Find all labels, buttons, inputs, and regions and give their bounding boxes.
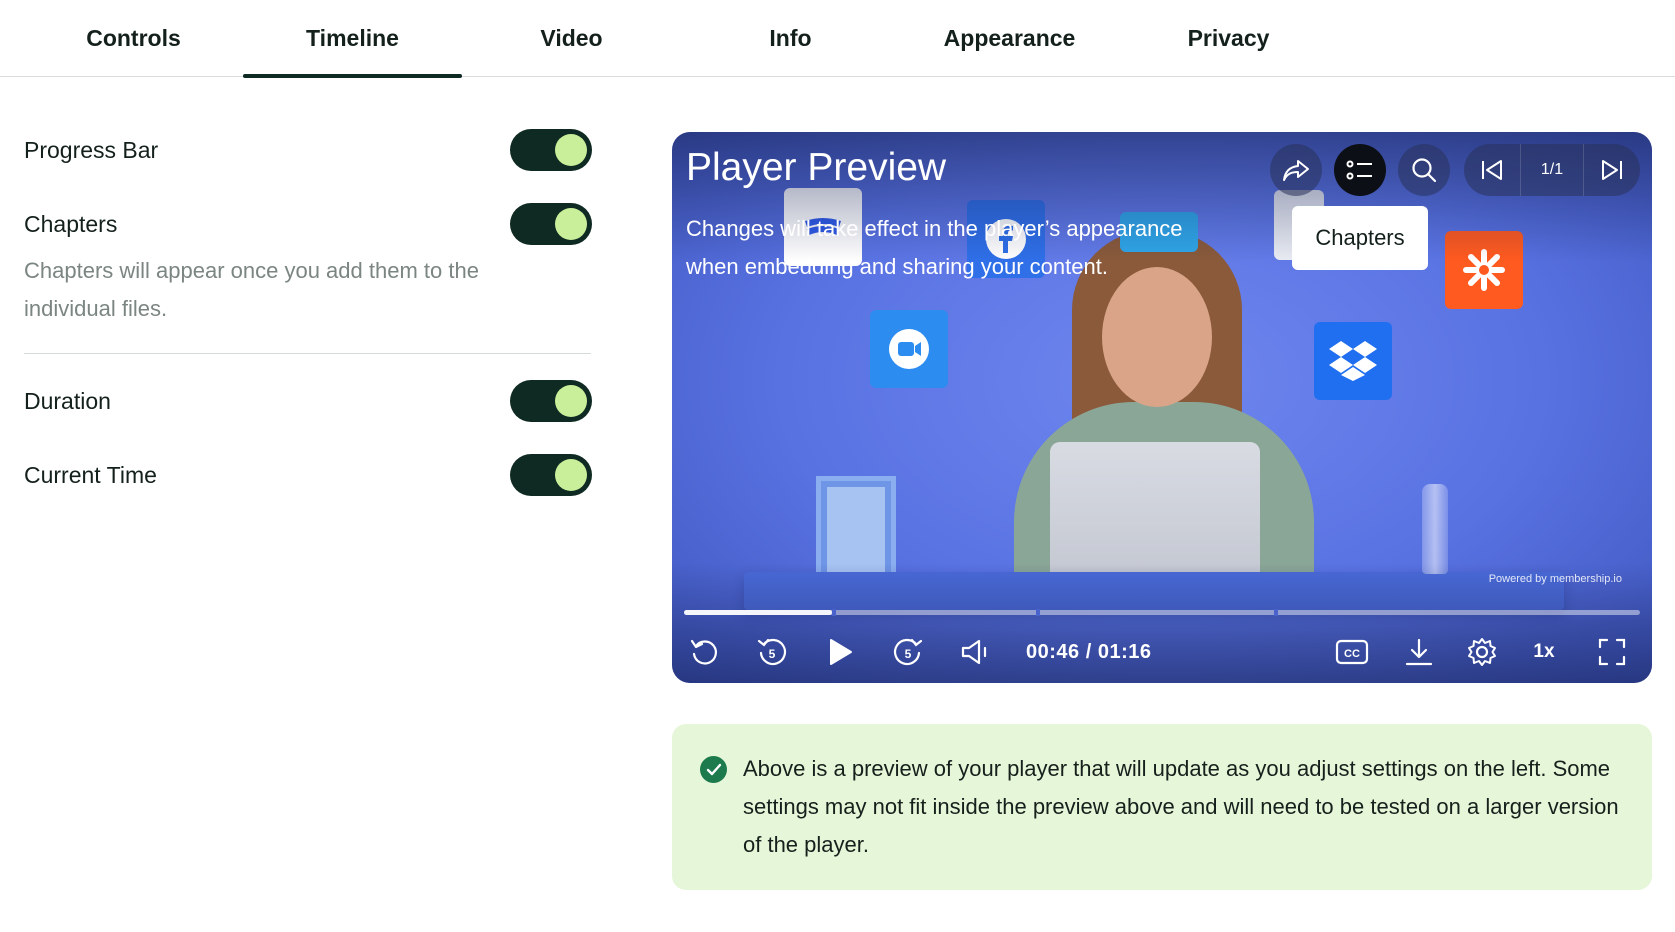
chapters-list-icon xyxy=(1346,160,1372,180)
share-button[interactable] xyxy=(1270,144,1322,196)
share-icon xyxy=(1283,160,1309,181)
toggle-knob xyxy=(555,134,587,166)
forward-seconds-label: 5 xyxy=(905,647,912,661)
download-icon xyxy=(1405,638,1433,666)
next-chapter-button[interactable] xyxy=(1584,144,1640,196)
setting-label: Progress Bar xyxy=(24,137,159,163)
previous-chapter-button[interactable] xyxy=(1464,144,1520,196)
chapter-navigation: 1/1 xyxy=(1464,144,1640,196)
settings-tabs: Controls Timeline Video Info Appearance … xyxy=(0,0,1675,78)
progress-played xyxy=(684,610,833,615)
chapter-counter: 1/1 xyxy=(1520,144,1584,196)
svg-text:CC: CC xyxy=(1344,648,1360,660)
chapters-helper-text: Chapters will appear once you add them t… xyxy=(24,258,479,321)
forward-5-button[interactable]: 5 xyxy=(888,632,928,672)
dropbox-icon xyxy=(1314,322,1392,400)
skip-previous-icon xyxy=(1482,160,1502,180)
time-display: 00:46 / 01:16 xyxy=(1026,640,1152,663)
notice-text: Above is a preview of your player that w… xyxy=(743,756,1619,857)
captions-button[interactable]: CC xyxy=(1332,632,1372,672)
presenter-face xyxy=(1102,267,1212,407)
check-circle-icon xyxy=(700,756,727,783)
search-icon xyxy=(1412,158,1437,183)
tab-timeline[interactable]: Timeline xyxy=(243,0,462,78)
play-button[interactable] xyxy=(820,632,860,672)
setting-label: Current Time xyxy=(24,462,157,488)
duration-toggle[interactable] xyxy=(510,380,592,422)
toggle-knob xyxy=(555,385,587,417)
download-button[interactable] xyxy=(1399,632,1439,672)
tab-video[interactable]: Video xyxy=(462,0,681,77)
tab-appearance[interactable]: Appearance xyxy=(900,0,1119,77)
tab-privacy[interactable]: Privacy xyxy=(1119,0,1338,77)
zoom-icon xyxy=(870,310,948,388)
play-icon xyxy=(830,639,852,665)
volume-icon xyxy=(961,639,987,665)
closed-captions-icon: CC xyxy=(1335,639,1369,665)
skip-next-icon xyxy=(1602,160,1622,180)
toggle-knob xyxy=(555,208,587,240)
chapters-toggle[interactable] xyxy=(510,203,592,245)
preview-notice: Above is a preview of your player that w… xyxy=(672,724,1652,890)
rewind-5-button[interactable]: 5 xyxy=(752,632,792,672)
forward-5-icon: 5 xyxy=(893,638,923,666)
toggle-knob xyxy=(555,459,587,491)
section-divider xyxy=(24,353,591,354)
chapters-button[interactable] xyxy=(1334,144,1386,196)
chapter-marker xyxy=(1036,609,1040,616)
current-time-toggle[interactable] xyxy=(510,454,592,496)
video-progress-bar[interactable] xyxy=(684,609,1640,616)
setting-label: Duration xyxy=(24,388,111,414)
player-preview[interactable]: Player Preview Changes will take effect … xyxy=(672,132,1652,683)
settings-button[interactable] xyxy=(1462,632,1502,672)
chapters-tooltip: Chapters xyxy=(1292,206,1428,270)
rewind-5-icon: 5 xyxy=(757,638,787,666)
rewind-seconds-label: 5 xyxy=(769,647,776,661)
replay-button[interactable] xyxy=(684,632,724,672)
chapter-marker xyxy=(832,609,836,616)
gear-icon xyxy=(1468,638,1496,666)
volume-button[interactable] xyxy=(956,632,996,672)
chapter-marker xyxy=(1274,609,1278,616)
progress-bar-toggle[interactable] xyxy=(510,129,592,171)
powered-by-label: Powered by membership.io xyxy=(1488,573,1622,585)
playback-speed-button[interactable]: 1x xyxy=(1524,632,1564,672)
replay-icon xyxy=(690,639,717,665)
fullscreen-icon xyxy=(1598,638,1626,666)
search-button[interactable] xyxy=(1398,144,1450,196)
tab-controls[interactable]: Controls xyxy=(24,0,243,77)
setting-label: Chapters xyxy=(24,211,118,237)
tab-info[interactable]: Info xyxy=(681,0,900,77)
fullscreen-button[interactable] xyxy=(1592,632,1632,672)
player-description: Changes will take effect in the player’s… xyxy=(686,216,1183,279)
water-bottle xyxy=(1422,484,1448,574)
player-title: Player Preview xyxy=(686,146,947,189)
